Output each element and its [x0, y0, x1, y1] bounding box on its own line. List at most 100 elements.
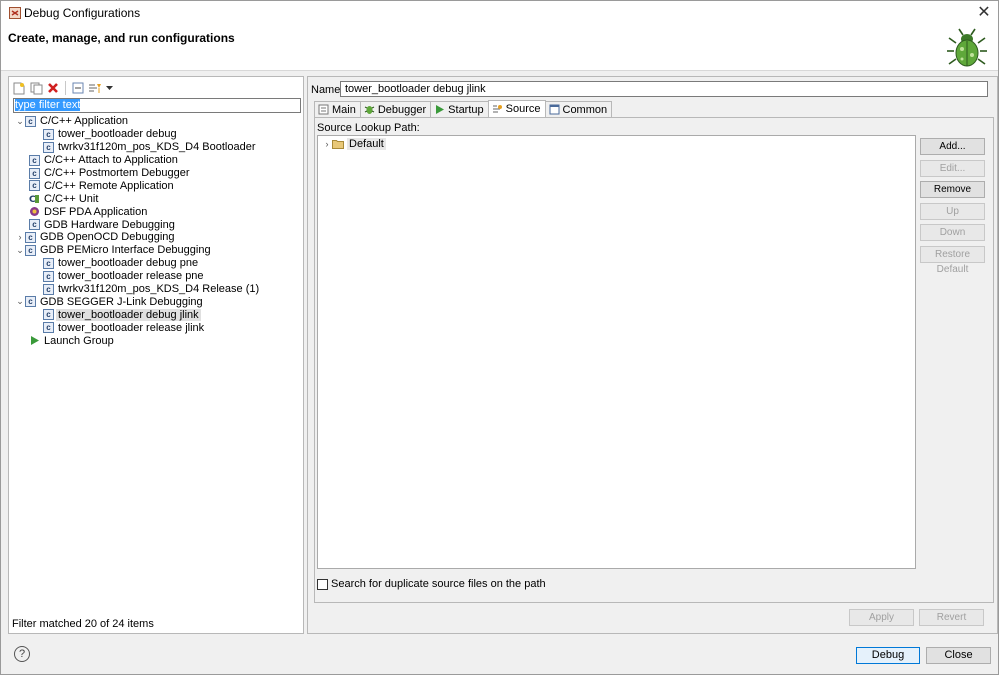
- tree-item-gdb-segger[interactable]: ⌄ c GDB SEGGER J-Link Debugging: [9, 295, 303, 308]
- duplicate-icon: [30, 82, 42, 94]
- debug-button[interactable]: Debug: [856, 647, 920, 664]
- c-config-icon: c: [25, 115, 36, 127]
- tree-item-dsf-pda[interactable]: DSF PDA Application: [9, 205, 303, 218]
- delete-configuration-button[interactable]: [45, 80, 61, 96]
- tree-item-config[interactable]: c twrkv31f120m_pos_KDS_D4 Release (1): [9, 283, 303, 296]
- c-config-icon: c: [29, 180, 40, 192]
- tab-source[interactable]: Source: [487, 100, 546, 117]
- configurations-toolbar: [11, 79, 114, 97]
- c-config-icon: c: [43, 141, 54, 153]
- c-config-icon: c: [25, 231, 36, 243]
- tree-item-cpp-application[interactable]: ⌄ c C/C++ Application: [9, 115, 303, 128]
- tab-startup-label: Startup: [448, 103, 484, 116]
- up-button[interactable]: Up: [920, 202, 985, 220]
- source-item-label: Default: [347, 138, 386, 150]
- source-lookup-list[interactable]: › Default: [317, 135, 916, 569]
- down-button[interactable]: Down: [920, 224, 985, 241]
- dialog-header-title: Create, manage, and run configurations: [8, 31, 235, 45]
- new-configuration-button[interactable]: [11, 80, 27, 96]
- tab-debugger-label: Debugger: [377, 103, 427, 116]
- c-config-icon: c: [29, 154, 40, 166]
- tree-item-cpp-remote[interactable]: c C/C++ Remote Application: [9, 179, 303, 192]
- collapsed-chevron-icon[interactable]: ›: [15, 232, 25, 242]
- tab-common-label: Common: [562, 103, 608, 116]
- title-bar: Debug Configurations ✕: [1, 1, 998, 25]
- tree-item-gdb-pemicro[interactable]: ⌄ c GDB PEMicro Interface Debugging: [9, 244, 303, 257]
- expanded-chevron-icon[interactable]: ⌄: [15, 296, 25, 307]
- collapse-all-button[interactable]: [70, 80, 86, 96]
- c-config-icon: c: [25, 296, 36, 308]
- filter-status: Filter matched 20 of 24 items: [12, 618, 154, 630]
- tab-main-label: Main: [332, 103, 356, 116]
- tree-item-selected-config[interactable]: c tower_bootloader debug jlink: [9, 308, 303, 321]
- tree-item-config[interactable]: c tower_bootloader release jlink: [9, 321, 303, 334]
- source-tab-content: Source Lookup Path: › Default Add... Edi…: [314, 117, 994, 603]
- tree-item-config[interactable]: c tower_bootloader debug pne: [9, 257, 303, 270]
- pda-icon: [30, 207, 39, 217]
- collapse-all-icon: [72, 82, 84, 94]
- delete-icon: [48, 83, 58, 93]
- source-item-default[interactable]: › Default: [322, 138, 386, 150]
- edit-button[interactable]: Edit...: [920, 159, 985, 177]
- svg-text:C: C: [29, 195, 36, 204]
- help-button[interactable]: ?: [14, 646, 30, 662]
- debugger-tab-icon: [364, 106, 375, 114]
- tree-item-config[interactable]: c tower_bootloader release pne: [9, 270, 303, 283]
- main-tab-icon: [318, 104, 329, 115]
- debug-configurations-icon: [9, 7, 21, 19]
- tree-item-launch-group[interactable]: Launch Group: [9, 334, 303, 347]
- window-close-button[interactable]: ✕: [974, 3, 994, 23]
- tab-main[interactable]: Main: [314, 101, 361, 117]
- c-config-icon: c: [25, 244, 36, 256]
- debug-bug-icon: [947, 28, 987, 67]
- search-duplicates-label: Search for duplicate source files on the…: [331, 578, 546, 590]
- apply-button[interactable]: Apply: [849, 609, 914, 626]
- tree-item-cpp-postmortem[interactable]: c C/C++ Postmortem Debugger: [9, 167, 303, 180]
- tree-item-config[interactable]: c twrkv31f120m_pos_KDS_D4 Bootloader: [9, 141, 303, 154]
- duplicate-configuration-button[interactable]: [28, 80, 44, 96]
- window-title: Debug Configurations: [24, 6, 141, 20]
- tab-startup[interactable]: Startup: [430, 101, 489, 117]
- close-button[interactable]: Close: [926, 647, 991, 664]
- dropdown-arrow-icon: [105, 85, 113, 90]
- remove-button[interactable]: Remove: [920, 181, 985, 198]
- toolbar-separator: [65, 81, 66, 95]
- tree-item-gdb-hardware[interactable]: c GDB Hardware Debugging: [9, 218, 303, 231]
- c-config-icon: c: [43, 322, 54, 334]
- filter-text: type filter text: [15, 99, 81, 111]
- filter-configurations-button[interactable]: [87, 80, 103, 96]
- expanded-chevron-icon[interactable]: ⌄: [15, 116, 25, 127]
- filter-input[interactable]: type filter text: [13, 98, 301, 113]
- tab-common[interactable]: Common: [544, 101, 613, 117]
- view-menu-button[interactable]: [104, 80, 114, 96]
- c-config-icon: c: [29, 219, 40, 231]
- revert-button[interactable]: Revert: [919, 609, 984, 626]
- tree-item-cpp-attach[interactable]: c C/C++ Attach to Application: [9, 154, 303, 167]
- launch-group-icon: [31, 336, 39, 346]
- search-duplicates-option[interactable]: Search for duplicate source files on the…: [317, 578, 546, 590]
- restore-default-button[interactable]: Restore Default: [920, 245, 985, 275]
- collapsed-chevron-icon[interactable]: ›: [322, 139, 332, 149]
- filter-icon: [89, 83, 101, 93]
- expanded-chevron-icon[interactable]: ⌄: [15, 245, 25, 256]
- c-config-icon: c: [43, 283, 54, 295]
- source-lookup-path-label: Source Lookup Path:: [317, 122, 420, 134]
- configurations-tree: ⌄ c C/C++ Application c tower_bootloader de…: [9, 115, 303, 347]
- add-button[interactable]: Add...: [920, 138, 985, 155]
- source-buttons: Add... Edit... Remove Up Down Restore De…: [920, 138, 985, 275]
- c-config-icon: c: [43, 257, 54, 269]
- tab-source-label: Source: [505, 103, 541, 115]
- c-config-icon: c: [29, 167, 40, 179]
- search-duplicates-checkbox[interactable]: [317, 578, 328, 590]
- tree-item-gdb-openocd[interactable]: › c GDB OpenOCD Debugging: [9, 231, 303, 244]
- tree-item-config[interactable]: c tower_bootloader debug: [9, 128, 303, 141]
- c-config-icon: c: [43, 270, 54, 282]
- tab-debugger[interactable]: Debugger: [359, 101, 432, 117]
- common-tab-icon: [549, 104, 559, 115]
- name-field[interactable]: tower_bootloader debug jlink: [340, 81, 988, 97]
- debug-configurations-window: Debug Configurations ✕ Create, manage, a…: [0, 0, 999, 675]
- configurations-panel: type filter text ⌄ c C/C++ Application c to…: [8, 76, 304, 634]
- tree-item-cpp-unit[interactable]: C C/C++ Unit: [9, 192, 303, 205]
- cunit-icon: C: [29, 195, 39, 204]
- configuration-editor: Name: tower_bootloader debug jlink Main …: [307, 76, 998, 634]
